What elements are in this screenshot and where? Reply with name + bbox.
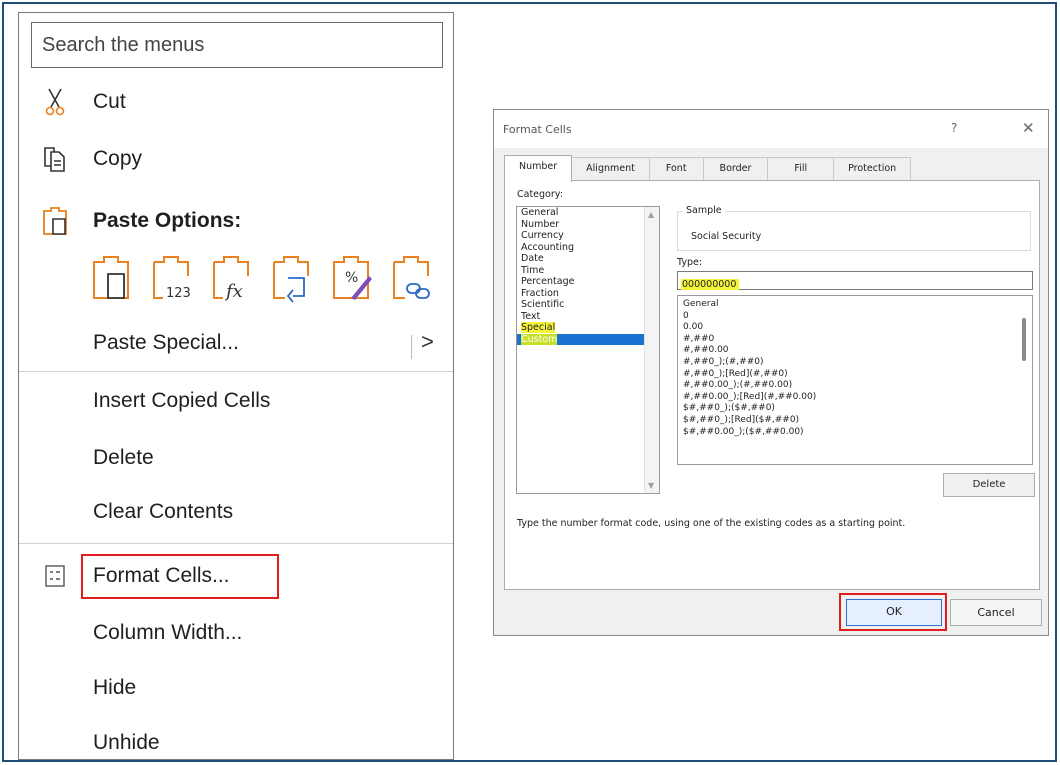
menu-item-copy[interactable]: Copy xyxy=(19,134,453,184)
context-menu: Cut Copy Paste Options: 123 xyxy=(18,12,454,760)
category-item-custom[interactable]: Custom xyxy=(517,333,659,345)
paste-icon xyxy=(41,205,69,237)
format-code-item[interactable]: $#,##0_);[Red]($#,##0) xyxy=(678,415,1032,427)
copy-icon xyxy=(41,143,69,175)
svg-text:%: % xyxy=(345,270,358,286)
format-code-item[interactable]: General xyxy=(678,299,1032,311)
category-scrollbar[interactable]: ▲ ▼ xyxy=(644,207,659,493)
tab-alignment[interactable]: Alignment xyxy=(571,157,650,181)
svg-text:123: 123 xyxy=(166,286,191,301)
menu-item-insert-copied-cells[interactable]: Insert Copied Cells xyxy=(19,376,453,426)
sample-value: Social Security xyxy=(691,231,762,242)
format-code-item[interactable]: $#,##0.00_);($#,##0.00) xyxy=(678,427,1032,439)
category-label: Category: xyxy=(517,189,563,200)
scroll-up-icon[interactable]: ▲ xyxy=(648,210,654,219)
tab-border[interactable]: Border xyxy=(702,157,769,181)
scissors-icon xyxy=(41,86,69,118)
paste-values-icon[interactable]: 123 xyxy=(151,252,193,304)
tab-fill[interactable]: Fill xyxy=(767,157,835,181)
clear-contents-label: Clear Contents xyxy=(93,500,234,523)
format-code-item[interactable]: #,##0.00 xyxy=(678,345,1032,357)
format-hint: Type the number format code, using one o… xyxy=(517,518,906,529)
menu-item-unhide[interactable]: Unhide xyxy=(19,718,453,765)
column-width-label: Column Width... xyxy=(93,621,243,644)
menu-item-clear-contents[interactable]: Clear Contents xyxy=(19,487,453,537)
menu-item-paste-special[interactable]: Paste Special... xyxy=(19,318,453,368)
menu-item-delete[interactable]: Delete xyxy=(19,433,453,483)
format-code-item[interactable]: #,##0.00_);(#,##0.00) xyxy=(678,380,1032,392)
cut-label: Cut xyxy=(93,90,126,113)
ok-button-highlight xyxy=(839,593,947,631)
format-cells-highlight xyxy=(81,554,279,599)
category-item[interactable]: Scientific xyxy=(517,299,659,311)
menu-item-paste-options: Paste Options: xyxy=(19,196,453,246)
paste-transpose-icon[interactable] xyxy=(271,252,313,304)
scrollbar-thumb[interactable] xyxy=(1022,318,1026,361)
format-code-item[interactable]: #,##0 xyxy=(678,334,1032,346)
category-item[interactable]: Percentage xyxy=(517,276,659,288)
paste-icon[interactable] xyxy=(91,252,133,304)
type-input[interactable]: 000000000 xyxy=(677,271,1033,290)
category-special-label: Special xyxy=(521,322,556,333)
category-custom-label: Custom xyxy=(521,333,558,345)
format-code-item[interactable]: #,##0_);(#,##0) xyxy=(678,357,1032,369)
category-item[interactable]: Date xyxy=(517,253,659,265)
help-icon[interactable]: ? xyxy=(951,121,957,135)
category-list[interactable]: General Number Currency Accounting Date … xyxy=(516,206,660,494)
category-item[interactable]: General xyxy=(517,207,659,219)
format-code-item[interactable]: #,##0_);[Red](#,##0) xyxy=(678,369,1032,381)
paste-link-icon[interactable] xyxy=(391,252,433,304)
paste-formatting-icon[interactable]: % xyxy=(331,252,373,304)
cancel-button[interactable]: Cancel xyxy=(950,599,1042,626)
unhide-label: Unhide xyxy=(93,731,160,754)
dialog-titlebar: Format Cells ? ✕ xyxy=(494,110,1048,148)
copy-label: Copy xyxy=(93,147,143,170)
dialog-title: Format Cells xyxy=(503,123,572,136)
format-code-scrollbar[interactable] xyxy=(1015,296,1032,464)
number-tab-panel: Category: General Number Currency Accoun… xyxy=(504,180,1040,590)
category-item[interactable]: Number xyxy=(517,219,659,231)
format-code-item[interactable]: 0 xyxy=(678,311,1032,323)
menu-separator xyxy=(19,543,453,544)
format-code-item[interactable]: 0.00 xyxy=(678,322,1032,334)
hide-label: Hide xyxy=(93,676,137,699)
menu-item-column-width[interactable]: Column Width... xyxy=(19,608,453,658)
menu-item-cut[interactable]: Cut xyxy=(19,77,453,127)
submenu-divider xyxy=(411,335,412,359)
format-cells-icon xyxy=(41,560,69,592)
search-menus-box[interactable] xyxy=(31,22,443,68)
tab-font[interactable]: Font xyxy=(648,157,704,181)
insert-copied-cells-label: Insert Copied Cells xyxy=(93,389,271,412)
category-item[interactable]: Time xyxy=(517,265,659,277)
chevron-right-icon[interactable]: > xyxy=(421,329,434,355)
format-cells-dialog: Format Cells ? ✕ Number Alignment Font B… xyxy=(493,109,1049,636)
svg-text:fx: fx xyxy=(224,281,243,302)
sample-label: Sample xyxy=(683,205,725,216)
format-code-item[interactable]: $#,##0_);($#,##0) xyxy=(678,403,1032,415)
dialog-tabs: Number Alignment Font Border Fill Protec… xyxy=(504,155,912,182)
search-input[interactable] xyxy=(32,23,442,67)
paste-formulas-icon[interactable]: fx xyxy=(211,252,253,304)
scroll-down-icon[interactable]: ▼ xyxy=(648,481,654,490)
paste-special-label: Paste Special... xyxy=(93,331,239,354)
type-value: 000000000 xyxy=(681,279,740,290)
paste-options-row: 123 fx % xyxy=(91,249,433,307)
tab-protection[interactable]: Protection xyxy=(833,157,912,181)
menu-separator xyxy=(19,371,453,372)
category-item[interactable]: Accounting xyxy=(517,242,659,254)
paste-options-label: Paste Options: xyxy=(93,209,242,232)
category-item[interactable]: Currency xyxy=(517,230,659,242)
category-item[interactable]: Fraction xyxy=(517,288,659,300)
tab-number[interactable]: Number xyxy=(504,155,573,182)
type-label: Type: xyxy=(677,257,703,268)
format-code-item[interactable]: #,##0.00_);[Red](#,##0.00) xyxy=(678,392,1032,404)
delete-label: Delete xyxy=(93,446,154,469)
format-code-list[interactable]: General 0 0.00 #,##0 #,##0.00 #,##0_);(#… xyxy=(677,295,1033,465)
close-icon[interactable]: ✕ xyxy=(1022,119,1035,137)
category-item-special[interactable]: Special xyxy=(517,322,659,334)
delete-format-button[interactable]: Delete xyxy=(943,473,1035,497)
menu-item-hide[interactable]: Hide xyxy=(19,663,453,713)
category-item[interactable]: Text xyxy=(517,311,659,323)
